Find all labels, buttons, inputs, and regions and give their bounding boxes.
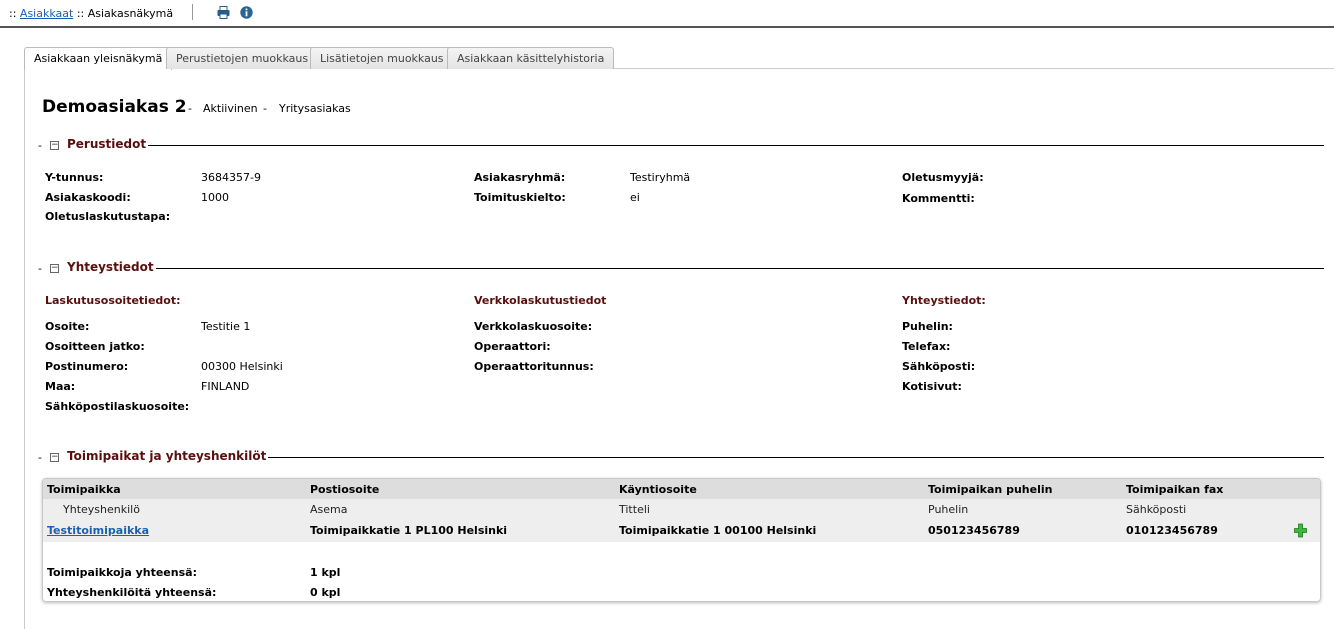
einvoice-heading: Verkkolaskutustiedot bbox=[474, 294, 607, 307]
divider bbox=[67, 145, 1324, 146]
label-ytunnus: Y-tunnus: bbox=[45, 171, 104, 184]
label-comment: Kommentti: bbox=[902, 192, 975, 205]
column-subheader: Yhteyshenkilö bbox=[63, 503, 140, 516]
tab-history[interactable]: Asiakkaan käsittelyhistoria bbox=[447, 47, 615, 69]
section-title: Perustiedot bbox=[67, 137, 149, 151]
label-address2: Osoitteen jatko: bbox=[45, 340, 145, 353]
cell-visit-address: Toimipaikkatie 1 00100 Helsinki bbox=[619, 524, 817, 537]
dash: - bbox=[38, 139, 42, 152]
value-ytunnus: 3684357-9 bbox=[201, 171, 261, 184]
column-subheader: Sähköposti bbox=[1126, 503, 1187, 516]
top-bar: :: Asiakkaat :: Asiakasnäkymä bbox=[0, 0, 1334, 28]
collapse-icon[interactable]: − bbox=[50, 453, 59, 462]
add-contact-icon[interactable] bbox=[1294, 523, 1307, 538]
tab-overview[interactable]: Asiakkaan yleisnäkymä bbox=[24, 47, 173, 70]
cell-fax: 010123456789 bbox=[1126, 524, 1218, 537]
total-contacts-label: Yhteyshenkilöitä yhteensä: bbox=[47, 586, 217, 599]
label-operator: Operaattori: bbox=[474, 340, 551, 353]
label-customer-code: Asiakaskoodi: bbox=[45, 191, 131, 204]
contact-heading: Yhteystiedot: bbox=[902, 294, 986, 307]
dash: - bbox=[38, 262, 42, 275]
breadcrumb-sep: :: bbox=[76, 7, 85, 20]
label-website: Kotisivut: bbox=[902, 380, 962, 393]
customer-type: Yritysasiakas bbox=[279, 102, 351, 115]
section-basic-header[interactable]: - − Perustiedot bbox=[38, 137, 1324, 153]
label-delivery-ban: Toimituskielto: bbox=[474, 191, 566, 204]
section-title: Toimipaikat ja yhteyshenkilöt bbox=[67, 449, 269, 463]
table-subheader-row: Yhteyshenkilö Asema Titteli Puhelin Sähk… bbox=[43, 499, 1320, 519]
label-phone: Puhelin: bbox=[902, 320, 953, 333]
column-header: Käyntiosoite bbox=[619, 483, 697, 496]
breadcrumb-current: Asiakasnäkymä bbox=[87, 7, 174, 20]
total-locations-label: Toimipaikkoja yhteensä: bbox=[47, 566, 197, 579]
column-header: Toimipaikka bbox=[47, 483, 121, 496]
printer-icon[interactable] bbox=[217, 6, 230, 19]
separator: - bbox=[188, 102, 192, 115]
location-link[interactable]: Testitoimipaikka bbox=[47, 524, 149, 537]
value-postal: 00300 Helsinki bbox=[201, 360, 283, 373]
collapse-icon[interactable]: − bbox=[50, 264, 59, 273]
label-einvoice-address: Verkkolaskuosoite: bbox=[474, 320, 593, 333]
label-address: Osoite: bbox=[45, 320, 90, 333]
table-header-row: Toimipaikka Postiosoite Käyntiosoite Toi… bbox=[43, 479, 1320, 499]
column-subheader: Puhelin bbox=[928, 503, 969, 516]
separator: - bbox=[263, 102, 267, 115]
locations-table: Toimipaikka Postiosoite Käyntiosoite Toi… bbox=[42, 478, 1321, 602]
cell-postal-address: Toimipaikkatie 1 PL100 Helsinki bbox=[310, 524, 508, 537]
value-address: Testitie 1 bbox=[201, 320, 251, 333]
label-email-invoice: Sähköpostilaskuosoite: bbox=[45, 400, 190, 413]
divider bbox=[192, 4, 193, 20]
info-icon[interactable] bbox=[240, 6, 253, 19]
label-customer-group: Asiakasryhmä: bbox=[474, 171, 566, 184]
cell-phone: 050123456789 bbox=[928, 524, 1020, 537]
customer-status: Aktiivinen bbox=[203, 102, 258, 115]
section-locations-header[interactable]: - − Toimipaikat ja yhteyshenkilöt bbox=[38, 449, 1324, 465]
label-country: Maa: bbox=[45, 380, 76, 393]
breadcrumb: :: Asiakkaat :: Asiakasnäkymä bbox=[9, 7, 173, 20]
column-subheader: Asema bbox=[310, 503, 348, 516]
value-delivery-ban: ei bbox=[630, 191, 640, 204]
label-fax: Telefax: bbox=[902, 340, 951, 353]
table-row: Testitoimipaikka Toimipaikkatie 1 PL100 … bbox=[43, 519, 1320, 542]
column-header: Toimipaikan puhelin bbox=[928, 483, 1053, 496]
total-contacts-value: 0 kpl bbox=[310, 586, 341, 599]
value-customer-code: 1000 bbox=[201, 191, 229, 204]
dash: - bbox=[38, 451, 42, 464]
label-billing-method: Oletuslaskutustapa: bbox=[45, 210, 171, 223]
value-country: FINLAND bbox=[201, 380, 250, 393]
divider bbox=[67, 268, 1324, 269]
customer-name: Demoasiakas 2 bbox=[42, 97, 187, 117]
tab-basic-edit[interactable]: Perustietojen muokkaus bbox=[166, 47, 319, 69]
breadcrumb-link-customers[interactable]: Asiakkaat bbox=[20, 7, 73, 20]
column-header: Toimipaikan fax bbox=[1126, 483, 1224, 496]
section-title: Yhteystiedot bbox=[67, 260, 156, 274]
billing-address-heading: Laskutusosoitetiedot: bbox=[45, 294, 181, 307]
column-subheader: Titteli bbox=[619, 503, 650, 516]
total-locations-value: 1 kpl bbox=[310, 566, 341, 579]
tab-extra-edit[interactable]: Lisätietojen muokkaus bbox=[310, 47, 454, 69]
label-postal: Postinumero: bbox=[45, 360, 129, 373]
label-default-seller: Oletusmyyjä: bbox=[902, 171, 984, 184]
label-operator-id: Operaattoritunnus: bbox=[474, 360, 594, 373]
value-customer-group: Testiryhmä bbox=[630, 171, 691, 184]
collapse-icon[interactable]: − bbox=[50, 141, 59, 150]
section-contact-header[interactable]: - − Yhteystiedot bbox=[38, 260, 1324, 276]
breadcrumb-sep: :: bbox=[9, 7, 17, 20]
column-header: Postiosoite bbox=[310, 483, 380, 496]
label-email: Sähköposti: bbox=[902, 360, 976, 373]
